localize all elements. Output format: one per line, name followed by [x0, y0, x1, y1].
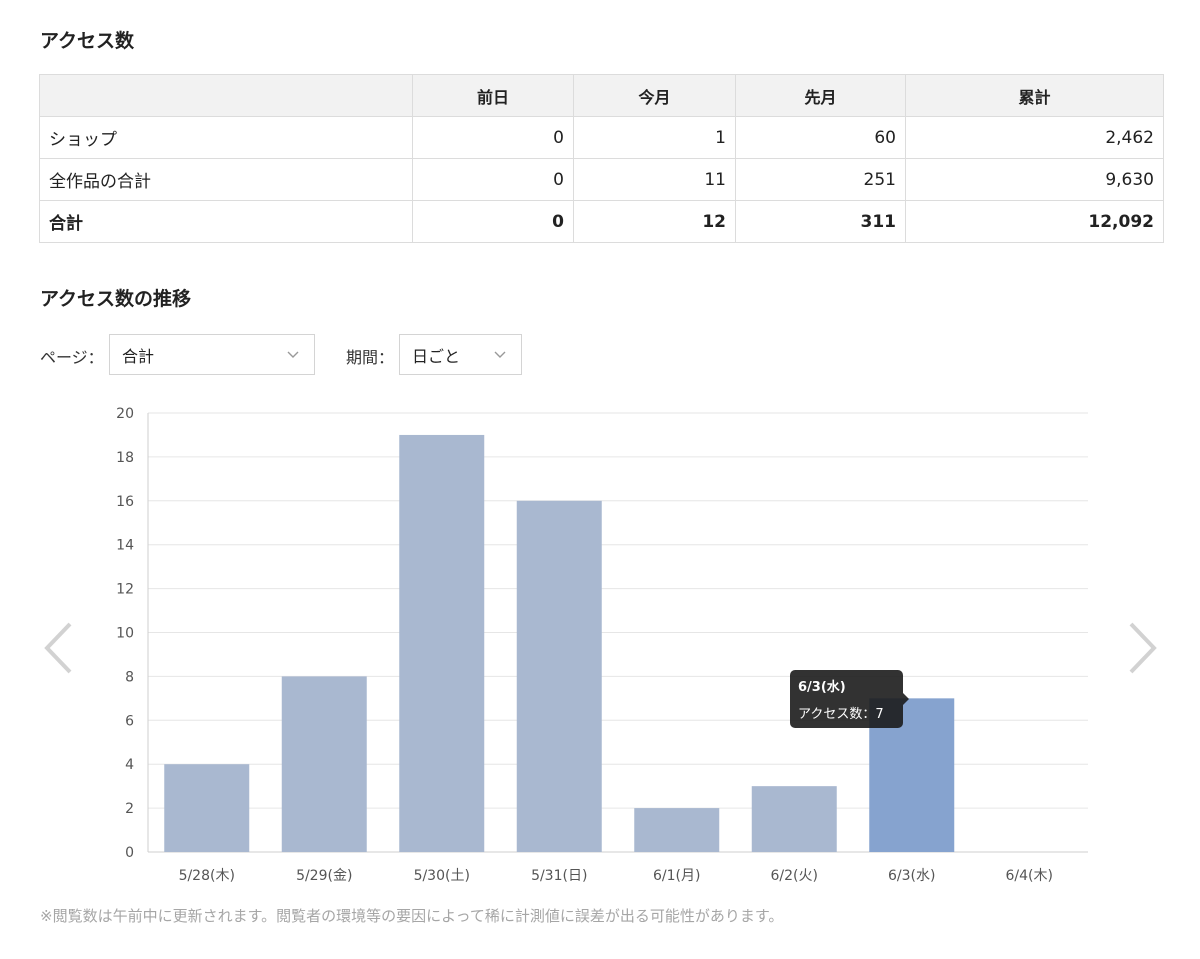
y-tick-label: 8 — [125, 669, 134, 685]
x-tick-label: 5/29(金) — [296, 868, 352, 884]
bar — [634, 808, 720, 852]
y-tick-label: 18 — [116, 450, 134, 466]
row-label: 合計 — [39, 200, 413, 243]
cell-this-month: 11 — [573, 158, 736, 201]
bar — [399, 434, 485, 852]
cell-cumulative: 2,462 — [905, 116, 1164, 159]
x-tick-label: 5/31(日) — [531, 868, 587, 884]
cell-previous-day: 0 — [412, 200, 574, 243]
page-select[interactable]: 合計 — [109, 334, 315, 375]
access-trend-chart: 0 2 4 6 8 10 12 14 16 18 20 5/28(木) 5/29(金) 5/30(土) 5/… — [116, 406, 1088, 884]
page-select-value: 合計 — [122, 346, 155, 366]
period-filter-label: 期間： — [346, 348, 395, 367]
y-tick-label: 6 — [125, 713, 134, 729]
y-tick-label: 14 — [116, 538, 134, 554]
cell-this-month: 12 — [573, 200, 736, 243]
chevron-down-icon — [287, 351, 299, 358]
bar-tooltip: 6/3(水) アクセス数：7 — [790, 670, 909, 728]
chevron-down-icon — [494, 351, 506, 358]
cell-this-month: 1 — [573, 116, 736, 159]
column-header-blank — [39, 74, 413, 117]
bar — [164, 764, 250, 852]
x-tick-label: 6/3(水) — [888, 868, 935, 884]
y-tick-label: 2 — [125, 801, 134, 817]
table-row-all-works: 全作品の合計 0 11 251 9,630 — [39, 158, 1164, 201]
table-row-total: 合計 0 12 311 12,092 — [39, 200, 1164, 243]
cell-last-month: 311 — [735, 200, 906, 243]
y-tick-label: 16 — [116, 494, 134, 510]
cell-cumulative: 12,092 — [905, 200, 1164, 243]
table-header-row: 前日 今月 先月 累計 — [39, 74, 1164, 117]
cell-cumulative: 9,630 — [905, 158, 1164, 201]
period-select[interactable]: 日ごと — [399, 334, 522, 375]
page-filter-label: ページ： — [40, 348, 104, 367]
column-header-this-month: 今月 — [573, 74, 736, 117]
access-trend-title: アクセス数の推移 — [40, 288, 192, 310]
y-tick-label: 0 — [125, 845, 134, 861]
column-header-previous-day: 前日 — [412, 74, 574, 117]
tooltip-title: 6/3(水) — [798, 680, 846, 695]
footnote: ※閲覧数は午前中に更新されます。閲覧者の環境等の要因によって稀に計測値に誤差が出… — [40, 907, 784, 925]
x-tick-label: 6/1(月) — [653, 868, 700, 884]
cell-previous-day: 0 — [412, 158, 574, 201]
x-tick-label: 6/4(木) — [1006, 868, 1053, 884]
cell-previous-day: 0 — [412, 116, 574, 159]
bar — [281, 676, 367, 852]
access-count-title: アクセス数 — [40, 30, 135, 52]
row-label: 全作品の合計 — [39, 158, 413, 201]
y-tick-label: 4 — [125, 757, 134, 773]
bar — [751, 786, 837, 852]
access-count-table: 前日 今月 先月 累計 ショップ 0 1 60 2,462 全作品の合計 0 1… — [39, 74, 1164, 243]
x-tick-label: 5/28(木) — [179, 868, 235, 884]
access-report-page: アクセス数 前日 今月 先月 累計 ショップ 0 1 60 2,462 全作品の — [0, 0, 1200, 959]
chevron-left-icon[interactable] — [42, 620, 76, 676]
y-tick-label: 12 — [116, 582, 134, 598]
chevron-right-icon[interactable] — [1125, 620, 1159, 676]
x-tick-label: 5/30(土) — [414, 868, 470, 884]
table-row-shop: ショップ 0 1 60 2,462 — [39, 116, 1164, 159]
bar — [516, 500, 602, 852]
column-header-cumulative: 累計 — [905, 74, 1164, 117]
column-header-last-month: 先月 — [735, 74, 906, 117]
x-tick-label: 6/2(火) — [771, 868, 818, 884]
cell-last-month: 251 — [735, 158, 906, 201]
period-select-value: 日ごと — [412, 346, 461, 366]
tooltip-body: アクセス数：7 — [798, 707, 884, 722]
y-tick-label: 10 — [116, 626, 134, 642]
row-label: ショップ — [39, 116, 413, 159]
y-tick-label: 20 — [116, 406, 134, 422]
cell-last-month: 60 — [735, 116, 906, 159]
